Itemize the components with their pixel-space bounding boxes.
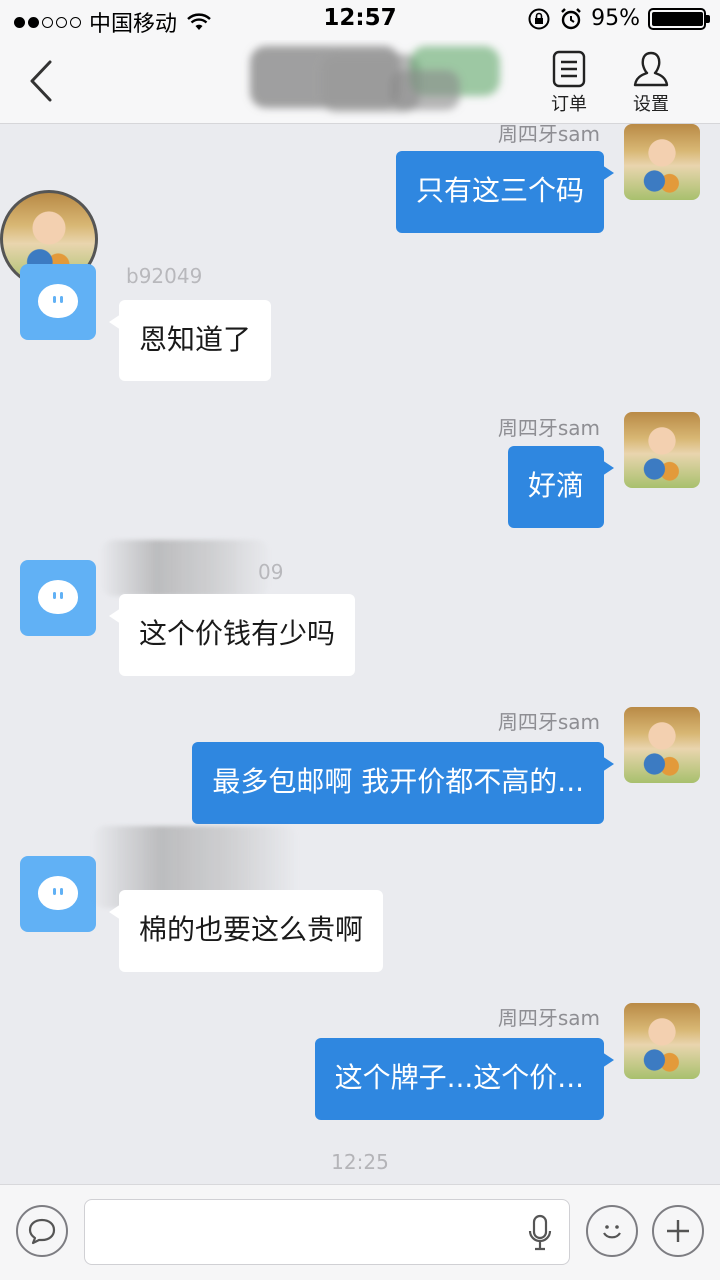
battery-percent: 95%	[591, 6, 640, 31]
contact-avatar[interactable]	[20, 264, 96, 340]
input-bar	[0, 1184, 720, 1280]
message-bubble-outgoing[interactable]: 好滴	[507, 446, 615, 528]
rotation-lock-icon	[528, 8, 550, 29]
settings-button[interactable]: 设置	[616, 50, 686, 116]
sender-name: 周四牙sam	[497, 416, 600, 440]
my-avatar[interactable]	[624, 1003, 700, 1079]
nav-bar: 订单 设置	[0, 40, 720, 124]
my-avatar[interactable]	[624, 124, 700, 200]
sender-name: 09	[258, 560, 284, 584]
bot-face-icon	[38, 580, 78, 614]
message-bubble-outgoing[interactable]: 最多包邮啊 我开价都不高的...	[192, 742, 614, 824]
contact-avatar[interactable]	[20, 560, 96, 636]
sender-name: b92049	[126, 264, 203, 288]
orders-button[interactable]: 订单	[534, 50, 604, 116]
chat-bubble-icon	[28, 1218, 56, 1245]
voice-toggle-button[interactable]	[16, 1205, 68, 1257]
document-icon	[552, 50, 586, 88]
status-bar: 中国移动 12:57 95%	[0, 0, 720, 40]
person-icon	[633, 51, 669, 87]
conversation-title-redacted	[250, 46, 500, 112]
alarm-icon	[561, 7, 581, 29]
chat-area[interactable]: 周四牙sam 只有这三个码 b92049 恩知道了 周四牙sam 好滴 09 这…	[0, 124, 720, 1184]
sender-name: 周四牙sam	[497, 1006, 600, 1030]
timestamp: 12:25	[331, 1150, 389, 1174]
sender-name: 周四牙sam	[497, 710, 600, 734]
microphone-icon[interactable]	[527, 1214, 553, 1252]
more-button[interactable]	[652, 1205, 704, 1257]
message-input[interactable]	[84, 1199, 570, 1265]
smiley-icon	[603, 1225, 621, 1239]
message-bubble-outgoing[interactable]: 只有这三个码	[395, 151, 615, 233]
settings-label: 设置	[633, 94, 669, 115]
emoji-button[interactable]	[586, 1205, 638, 1257]
contact-avatar[interactable]	[20, 856, 96, 932]
bot-face-icon	[38, 284, 78, 318]
redacted-name	[100, 540, 270, 596]
message-bubble-outgoing[interactable]: 这个牌子...这个价...	[314, 1038, 615, 1120]
plus-icon	[667, 1220, 689, 1242]
bot-face-icon	[38, 876, 78, 910]
battery-icon	[648, 7, 710, 30]
orders-label: 订单	[551, 94, 587, 115]
message-bubble-incoming[interactable]: 恩知道了	[108, 300, 272, 381]
back-button[interactable]	[22, 58, 62, 104]
message-bubble-incoming[interactable]: 这个价钱有少吗	[108, 594, 356, 676]
my-avatar[interactable]	[624, 412, 700, 488]
sender-name: 周四牙sam	[497, 124, 600, 146]
my-avatar[interactable]	[624, 707, 700, 783]
message-bubble-incoming[interactable]: 棉的也要这么贵啊	[108, 890, 384, 972]
